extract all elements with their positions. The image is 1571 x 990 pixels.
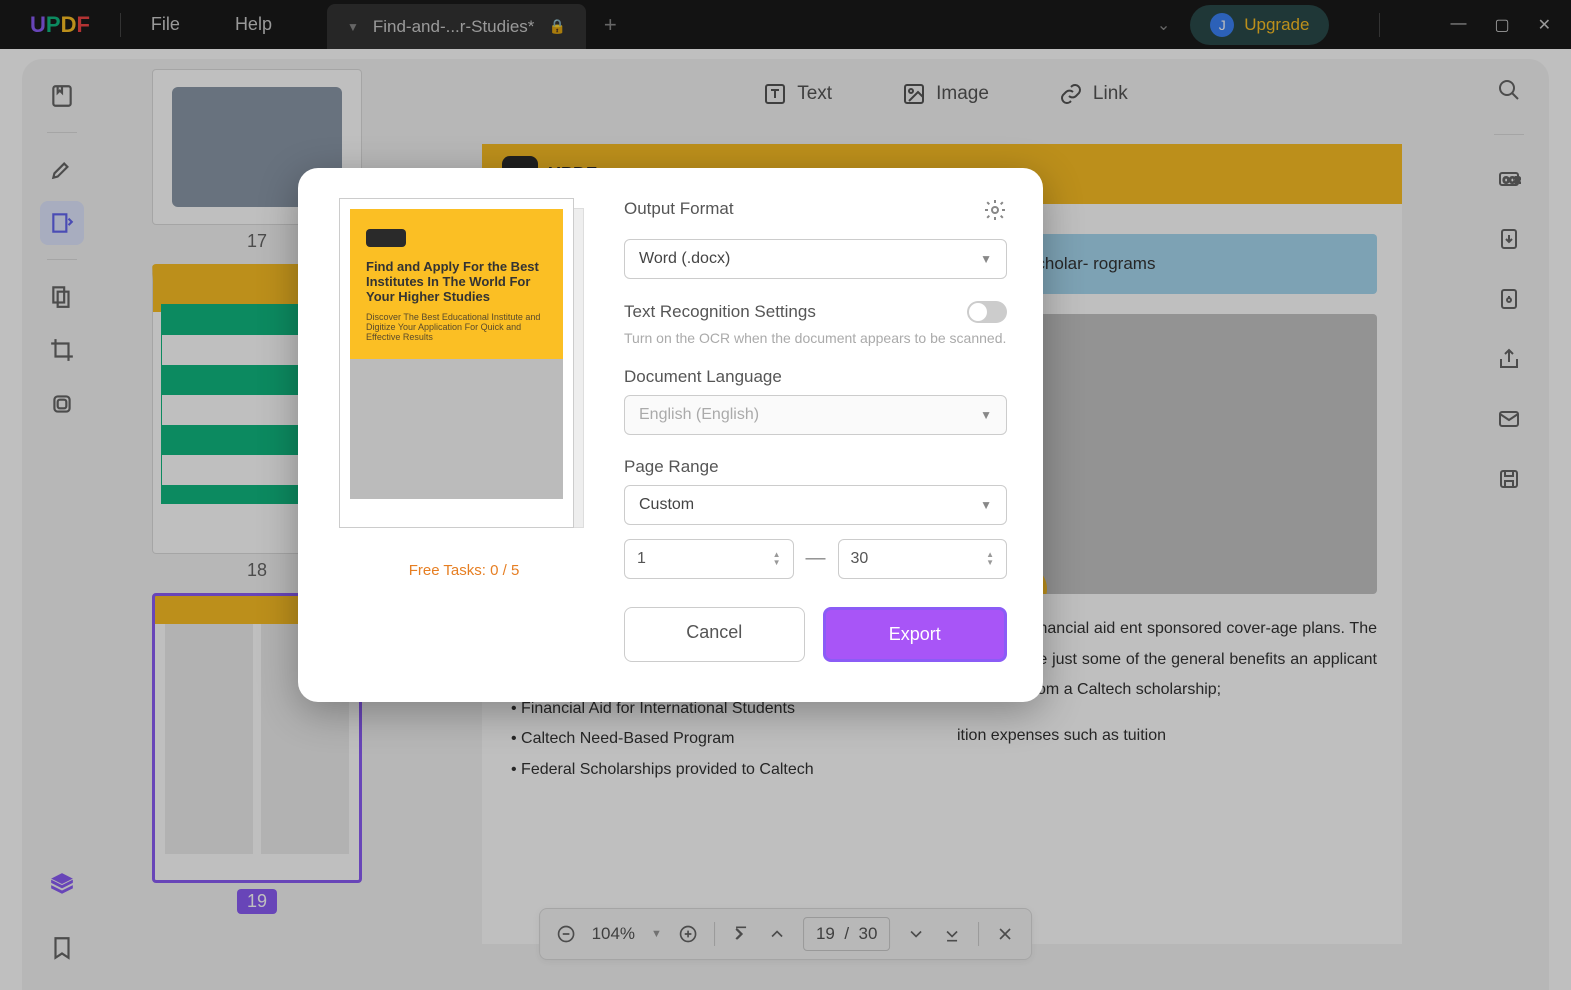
range-dash: — bbox=[806, 547, 826, 570]
chevron-down-icon: ▼ bbox=[980, 408, 992, 422]
range-from-input[interactable]: 1 ▲▼ bbox=[624, 539, 794, 579]
page-range-select[interactable]: Custom ▼ bbox=[624, 485, 1007, 525]
modal-preview: Find and Apply For the Best Institutes I… bbox=[334, 198, 594, 662]
ocr-hint: Turn on the OCR when the document appear… bbox=[624, 329, 1007, 349]
range-to-input[interactable]: 30 ▲▼ bbox=[838, 539, 1008, 579]
chevron-down-icon: ▼ bbox=[980, 252, 992, 266]
language-select[interactable]: English (English) ▼ bbox=[624, 395, 1007, 435]
cancel-button[interactable]: Cancel bbox=[624, 607, 805, 662]
free-tasks-label: Free Tasks: 0 / 5 bbox=[409, 562, 520, 579]
language-label: Document Language bbox=[624, 367, 1007, 387]
modal-overlay: Find and Apply For the Best Institutes I… bbox=[0, 0, 1571, 990]
chevron-down-icon: ▼ bbox=[980, 498, 992, 512]
preview-title: Find and Apply For the Best Institutes I… bbox=[366, 259, 547, 304]
output-format-select[interactable]: Word (.docx) ▼ bbox=[624, 239, 1007, 279]
preview-image bbox=[350, 359, 563, 499]
spinner-icons[interactable]: ▲▼ bbox=[986, 551, 994, 567]
ocr-toggle[interactable] bbox=[967, 301, 1007, 323]
preview-logo-icon bbox=[366, 229, 406, 247]
export-button[interactable]: Export bbox=[823, 607, 1008, 662]
gear-icon[interactable] bbox=[983, 198, 1007, 227]
output-format-label: Output Format bbox=[624, 199, 734, 219]
page-range-label: Page Range bbox=[624, 457, 1007, 477]
spinner-icons[interactable]: ▲▼ bbox=[773, 551, 781, 567]
export-modal: Find and Apply For the Best Institutes I… bbox=[298, 168, 1043, 702]
ocr-label: Text Recognition Settings bbox=[624, 302, 816, 322]
modal-form: Output Format Word (.docx) ▼ Text Recogn… bbox=[624, 198, 1007, 662]
preview-subtitle: Discover The Best Educational Institute … bbox=[366, 312, 547, 342]
